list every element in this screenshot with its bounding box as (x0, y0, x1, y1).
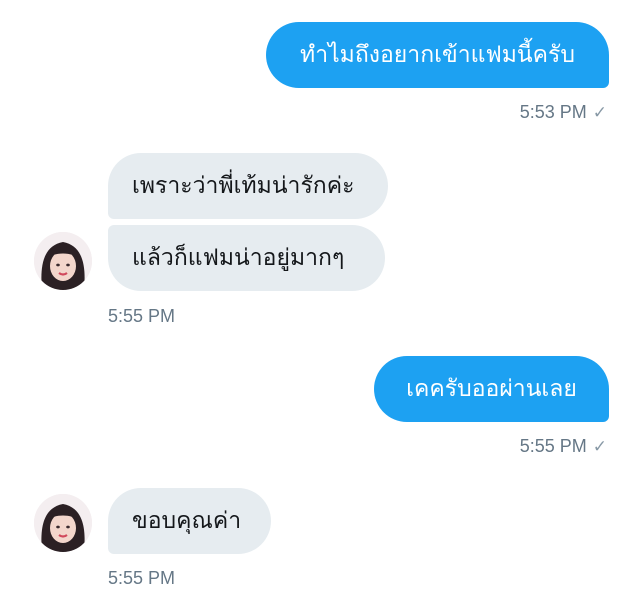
avatar[interactable] (34, 232, 92, 290)
message-timestamp: 5:55 PM (108, 568, 175, 589)
avatar-image (34, 494, 92, 552)
timestamp-text: 5:53 PM (519, 102, 587, 122)
timestamp-text: 5:55 PM (519, 436, 587, 456)
message-timestamp: 5:55 PM (108, 306, 175, 327)
received-message-bubble[interactable]: เพราะว่าพี่เท้มน่ารักค่ะ (108, 153, 388, 219)
message-timestamp: 5:55 PM ✓ (520, 436, 607, 457)
sent-message-bubble[interactable]: ทำไมถึงอยากเข้าแฟมนี้ครับ (266, 22, 609, 88)
message-timestamp: 5:53 PM ✓ (520, 102, 607, 123)
timestamp-text: 5:55 PM (108, 306, 176, 326)
sent-message-bubble[interactable]: เคครับออผ่านเลย (374, 356, 609, 422)
seen-check-icon: ✓ (592, 103, 607, 122)
received-message-bubble[interactable]: ขอบคุณค่า (108, 488, 271, 554)
avatar-image (34, 232, 92, 290)
avatar[interactable] (34, 494, 92, 552)
seen-check-icon: ✓ (592, 437, 607, 456)
timestamp-text: 5:55 PM (108, 568, 176, 588)
received-message-bubble[interactable]: แล้วก็แฟมน่าอยู่มากๆ (108, 225, 385, 291)
